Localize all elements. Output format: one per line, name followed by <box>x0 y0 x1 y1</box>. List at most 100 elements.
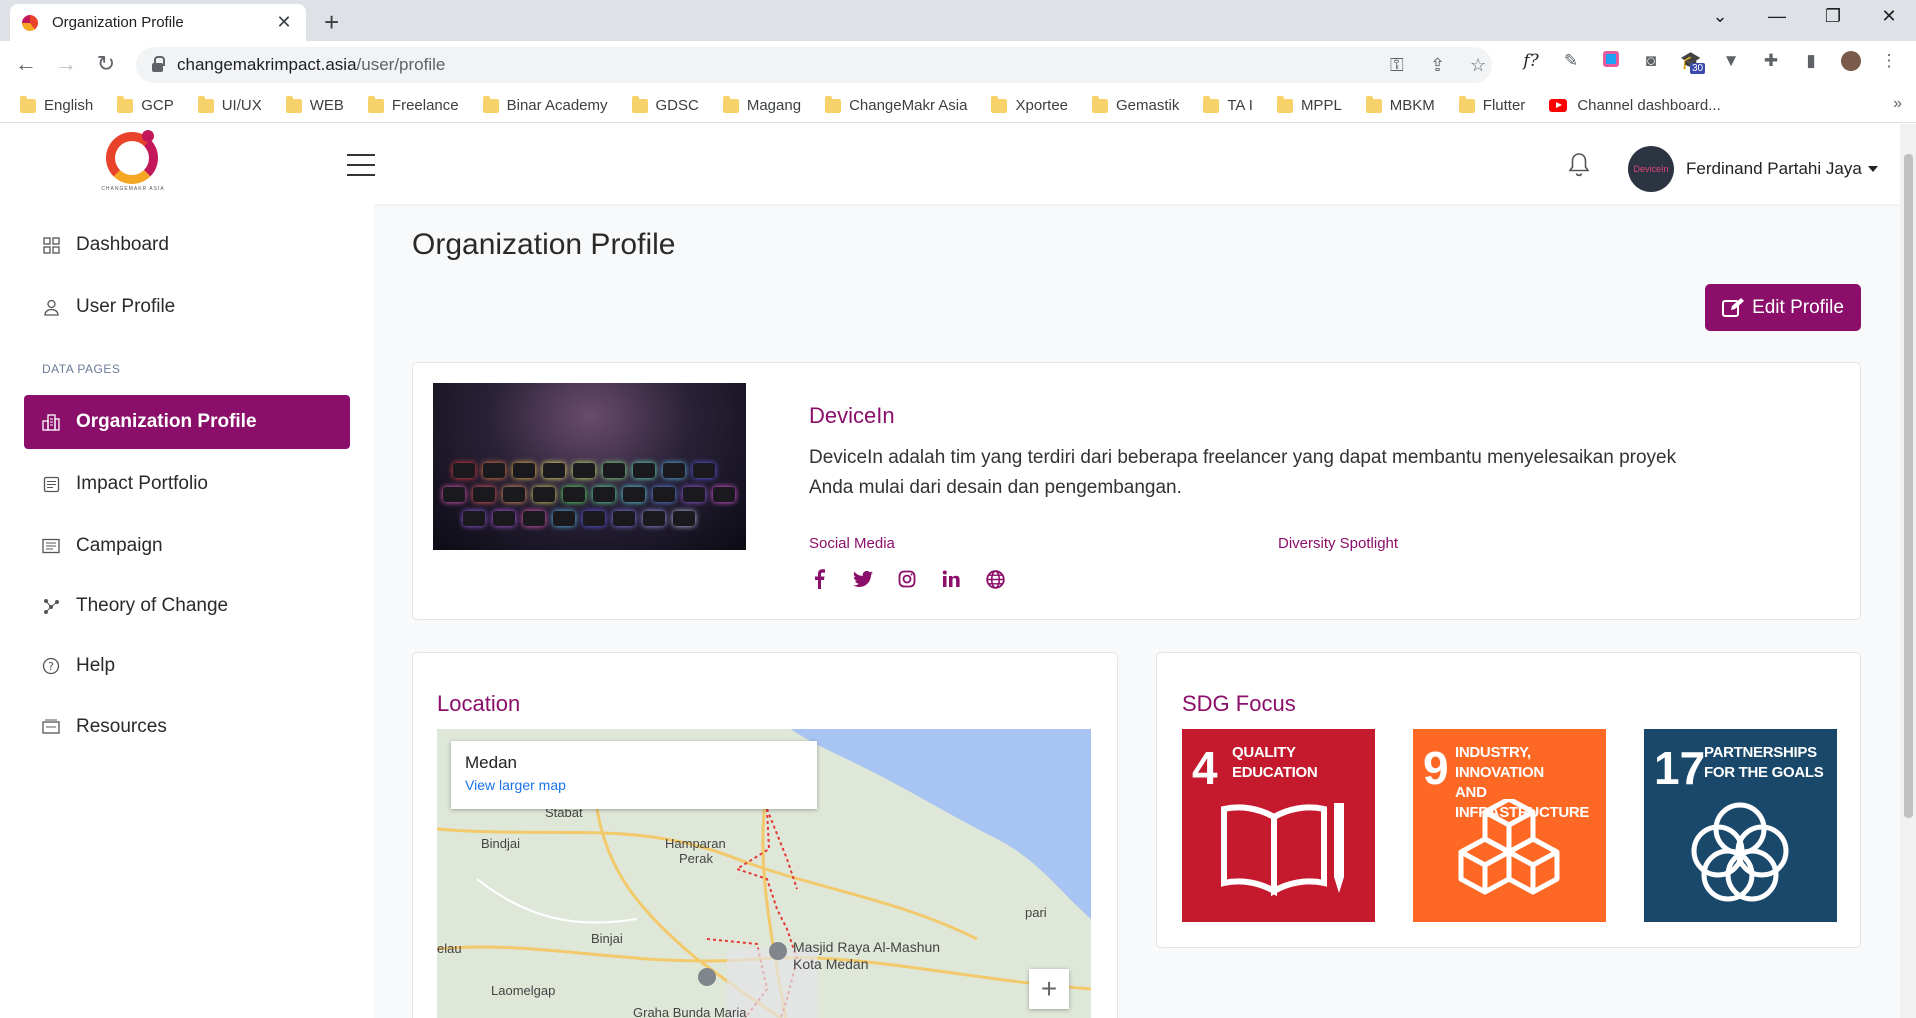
sidebar-item-theory-of-change[interactable]: Theory of Change <box>24 579 350 633</box>
back-button[interactable]: ← <box>12 51 40 77</box>
edit-profile-button[interactable]: Edit Profile <box>1705 284 1861 331</box>
bookmark-folder[interactable]: Binar Academy <box>482 95 608 114</box>
sdg-goal-9-tile[interactable]: 9 INDUSTRY, INNOVATION AND INFRASTRUCTUR… <box>1413 729 1606 922</box>
grad-cap-ext-icon[interactable]: 🎓 30 <box>1680 51 1706 74</box>
url-host: changemakrimpact.asia <box>177 55 357 74</box>
bookmark-folder[interactable]: GDSC <box>631 95 699 114</box>
bookmark-folder[interactable]: ChangeMakr Asia <box>825 95 967 114</box>
browser-tab-bar: Organization Profile ✕ + ⌄ — ❐ ✕ <box>0 0 1916 41</box>
sidebar-section-label: DATA PAGES <box>42 362 121 376</box>
bookmark-folder[interactable]: WEB <box>285 95 344 114</box>
key-icon[interactable]: ⚿ <box>1390 55 1404 76</box>
sidebar-item-dashboard[interactable]: Dashboard <box>24 218 350 272</box>
sidebar-item-impact-portfolio[interactable]: Impact Portfolio <box>24 457 350 511</box>
bookmark-folder[interactable]: Gemastik <box>1092 95 1180 114</box>
eyedropper-ext-icon[interactable]: ✎ <box>1560 51 1582 73</box>
bookmark-label: TA I <box>1227 97 1253 114</box>
sidebar-item-user-profile[interactable]: User Profile <box>24 280 350 334</box>
profile-avatar-icon[interactable] <box>1840 51 1862 73</box>
bookmark-label: MBKM <box>1389 97 1435 114</box>
view-larger-map-link[interactable]: View larger map <box>465 777 803 793</box>
star-icon[interactable]: ☆ <box>1470 55 1486 76</box>
folder-icon <box>1458 95 1475 113</box>
map-place-label: Laomelgap <box>491 983 556 998</box>
bookmark-label: Gemastik <box>1116 97 1180 114</box>
sidebar-item-help[interactable]: ? Help <box>24 639 350 693</box>
close-window-button[interactable]: ✕ <box>1874 6 1904 27</box>
linkedin-icon[interactable] <box>941 569 961 589</box>
bookmark-folder[interactable]: MPPL <box>1276 95 1342 114</box>
sidebar-item-label: Organization Profile <box>76 411 257 432</box>
bookmark-folder[interactable]: TA I <box>1203 95 1253 114</box>
location-map[interactable]: Stabat Bindjai Hamparan Perak pari Binja… <box>437 729 1091 1018</box>
forward-button[interactable]: → <box>52 51 80 77</box>
bookmark-folder[interactable]: Freelance <box>367 95 459 114</box>
book-icon <box>1221 803 1344 897</box>
sidebar-item-label: User Profile <box>76 296 176 317</box>
bookmark-label: Magang <box>746 97 802 114</box>
social-links <box>809 569 1029 589</box>
share-icon[interactable]: ⇪ <box>1430 55 1445 76</box>
sdg-goal-line: FOR THE GOALS <box>1704 764 1824 781</box>
tab-close-icon[interactable]: ✕ <box>274 12 294 33</box>
twitter-icon[interactable] <box>853 569 873 589</box>
page-title: Organization Profile <box>412 228 676 261</box>
sidebar-item-organization-profile[interactable]: Organization Profile <box>24 395 350 449</box>
organization-description: DeviceIn adalah tim yang terdiri dari be… <box>809 447 1677 498</box>
bookmark-folder[interactable]: Flutter <box>1458 95 1525 114</box>
browser-tab[interactable]: Organization Profile ✕ <box>10 4 306 41</box>
sidebar-item-campaign[interactable]: Campaign <box>24 519 350 573</box>
map-place-label: Graha Bunda Maria <box>633 1005 747 1018</box>
sidebar: Dashboard User Profile DATA PAGES Organi… <box>0 204 374 1018</box>
map-place-label: Binjai <box>591 931 623 946</box>
address-bar[interactable]: changemakrimpact.asia/user/profile ⚿ ⇪ ☆ <box>136 47 1492 83</box>
reload-button[interactable]: ↻ <box>92 51 120 77</box>
hamburger-menu-icon[interactable] <box>347 154 375 176</box>
social-media-label: Social Media <box>809 535 895 552</box>
organization-image <box>433 383 746 550</box>
lock-icon <box>152 55 165 72</box>
sdg-goal-17-tile[interactable]: 17 PARTNERSHIPS FOR THE GOALS <box>1644 729 1837 922</box>
ext-badge: 30 <box>1690 63 1706 74</box>
restore-button[interactable]: ❐ <box>1818 6 1848 27</box>
bookmark-folder[interactable]: UI/UX <box>197 95 262 114</box>
font-ext-icon[interactable]: f? <box>1520 51 1542 73</box>
instagram-icon[interactable] <box>897 569 917 589</box>
tab-search-icon[interactable]: ⌄ <box>1705 6 1735 27</box>
puzzle-ext-icon[interactable]: ✚ <box>1760 51 1782 73</box>
help-icon: ? <box>42 657 60 675</box>
browser-toolbar: ← → ↻ changemakrimpact.asia/user/profile… <box>0 41 1916 89</box>
globe-icon[interactable] <box>985 569 1005 589</box>
map-place-label: Hamparan <box>665 836 726 851</box>
scrollbar-thumb[interactable] <box>1904 154 1913 818</box>
user-menu[interactable]: DeviceIn Ferdinand Partahi Jaya <box>1628 146 1878 192</box>
bookmark-folder[interactable]: English <box>20 95 93 114</box>
bookmark-folder[interactable]: Xportee <box>991 95 1068 114</box>
menu-kebab-icon[interactable]: ⋮ <box>1878 51 1900 73</box>
screen-ext-icon[interactable] <box>1600 51 1622 73</box>
bookmark-folder[interactable]: GCP <box>117 95 174 114</box>
side-panel-icon[interactable]: ▮ <box>1800 51 1822 73</box>
facebook-icon[interactable] <box>809 569 829 589</box>
zoom-in-button[interactable]: + <box>1029 969 1069 1009</box>
edit-icon <box>1722 297 1745 317</box>
changemakr-logo[interactable]: CHANGEMAKR ASIA <box>98 130 168 194</box>
sdg-goal-4-tile[interactable]: 4 QUALITY EDUCATION <box>1182 729 1375 922</box>
bookmark-folder[interactable]: MBKM <box>1365 95 1435 114</box>
sidebar-item-resources[interactable]: Resources <box>24 700 350 754</box>
logo-dot <box>142 130 154 142</box>
bell-icon[interactable] <box>1567 152 1591 178</box>
sdg-focus-title: SDG Focus <box>1182 691 1296 716</box>
bookmark-youtube[interactable]: Channel dashboard... <box>1549 97 1721 114</box>
page-scrollbar[interactable] <box>1900 124 1916 1018</box>
vue-ext-icon[interactable]: ▼ <box>1720 51 1742 73</box>
camera-ext-icon[interactable]: ◙ <box>1640 51 1662 73</box>
new-tab-button[interactable]: + <box>324 7 339 38</box>
bookmarks-overflow-icon[interactable]: » <box>1893 95 1902 113</box>
user-icon <box>42 298 60 316</box>
minimize-button[interactable]: — <box>1762 6 1792 27</box>
map-place-label: pari <box>1025 905 1047 920</box>
bookmark-folder[interactable]: Magang <box>722 95 802 114</box>
sdg-goal-line: QUALITY <box>1232 744 1296 761</box>
grid-icon <box>42 236 60 254</box>
